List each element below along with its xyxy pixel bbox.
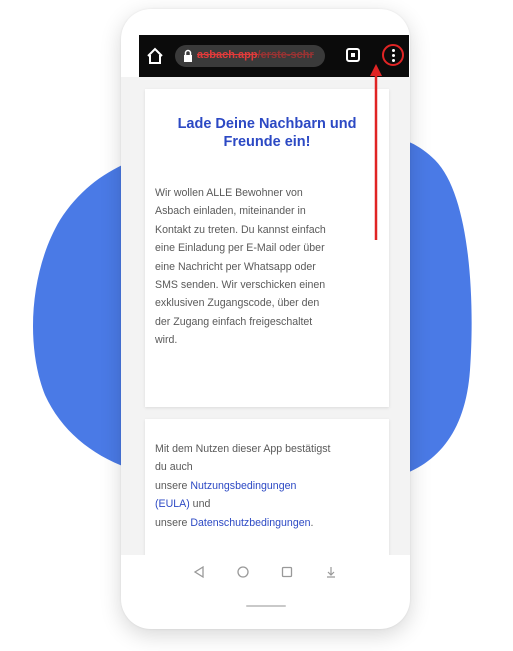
terms-line2: du auch <box>155 461 193 474</box>
invite-body-line: SMS senden. Wir verschicken einen <box>155 279 326 292</box>
circle-home-icon[interactable] <box>236 565 250 579</box>
url-path: /erste-schr <box>257 49 314 61</box>
home-icon[interactable] <box>145 46 165 66</box>
terms-text: Mit dem Nutzen dieser App bestätigst du … <box>155 440 383 532</box>
terms-prefix: unsere <box>155 479 191 492</box>
android-nav-bar <box>121 555 410 591</box>
url-text: asbach.app/erste-schr <box>197 49 314 61</box>
invite-body-line: exklusiven Zugangscode, über den <box>155 297 320 310</box>
invite-card: Lade Deine Nachbarn und Freunde ein! Wir… <box>145 89 389 407</box>
app-screen: Lade Deine Nachbarn und Freunde ein! Wir… <box>121 77 410 569</box>
invite-body-line: der Zugang einfach freigeschaltet <box>155 315 313 328</box>
invite-body-line: eine Einladung per E-Mail oder über <box>155 242 325 255</box>
url-domain: asbach.app <box>197 49 258 61</box>
square-recent-icon[interactable] <box>280 565 294 579</box>
privacy-link[interactable]: Datenschutzbedingungen <box>190 517 310 529</box>
invite-body-line: Asbach einladen, miteinander in <box>155 205 306 218</box>
phone-frame: asbach.app/erste-schr Lade Deine Nachbar… <box>121 9 410 629</box>
invite-title-line2: Freunde ein! <box>223 134 311 150</box>
terms-and: und <box>189 498 211 511</box>
download-icon[interactable] <box>324 565 338 579</box>
lock-icon <box>184 49 192 62</box>
terms-card: Mit dem Nutzen dieser App bestätigst du … <box>145 419 389 569</box>
invite-body: Wir wollen ALLE Bewohner von Asbach einl… <box>155 184 383 350</box>
invite-body-line: Kontakt zu treten. Du kannst einfach <box>155 223 326 236</box>
terms-privacy-line: unsere Datenschutzbedingungen. <box>155 514 383 532</box>
eula-link[interactable]: Nutzungsbedingungen <box>190 480 296 492</box>
invite-body-line: Wir wollen ALLE Bewohner von <box>155 187 303 199</box>
home-indicator <box>246 605 286 607</box>
invite-title-line1: Lade Deine Nachbarn und <box>177 116 357 132</box>
browser-toolbar: asbach.app/erste-schr <box>139 35 409 77</box>
terms-prefix: unsere <box>155 516 191 529</box>
terms-line1: Mit dem Nutzen dieser App bestätigst <box>155 443 331 455</box>
invite-body-line: eine Nachricht per Whatsapp oder <box>155 260 316 273</box>
terms-eula-line: unsere Nutzungsbedingungen <box>155 477 383 495</box>
invite-title: Lade Deine Nachbarn und Freunde ein! <box>155 115 379 151</box>
eula-link-suffix[interactable]: (EULA) <box>155 498 190 510</box>
invite-body-line: wird. <box>155 334 178 347</box>
terms-eula-line2: (EULA) und <box>155 495 383 513</box>
more-vertical-icon[interactable] <box>382 44 404 66</box>
address-bar[interactable]: asbach.app/erste-schr <box>175 45 325 67</box>
terms-period: . <box>310 516 314 529</box>
triangle-back-icon[interactable] <box>192 565 206 579</box>
tabs-icon[interactable] <box>345 47 361 63</box>
